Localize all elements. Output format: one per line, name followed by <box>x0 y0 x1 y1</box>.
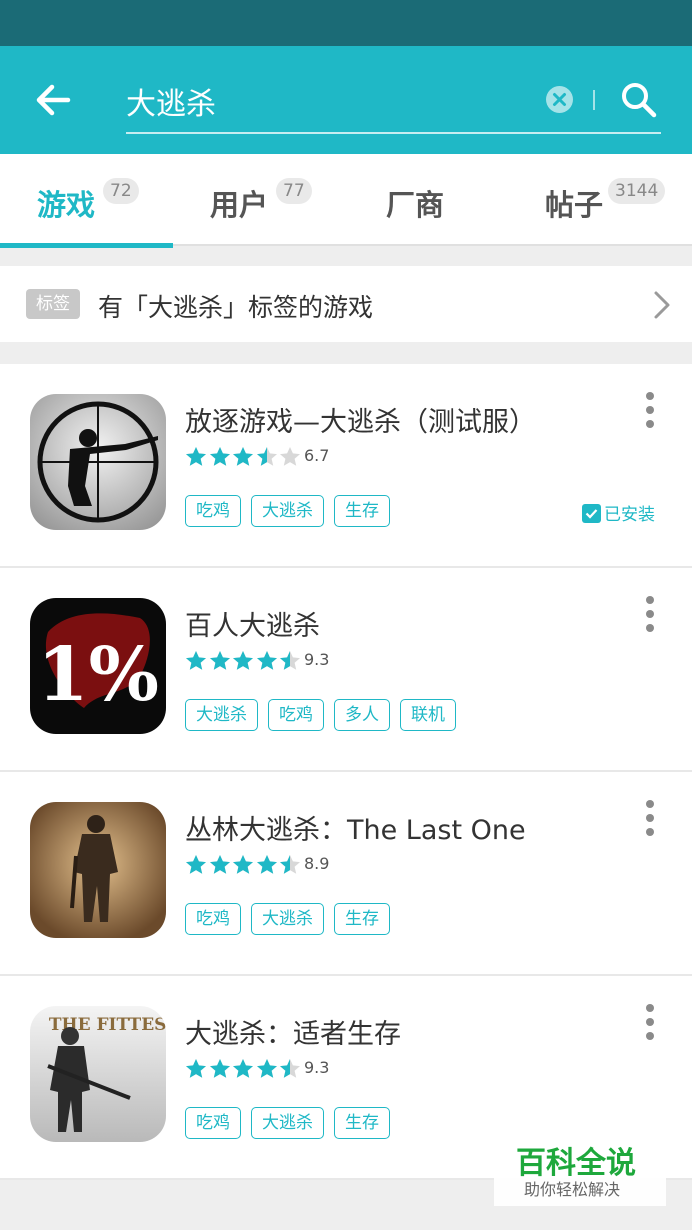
tag-banner-text: 有「大逃杀」标签的游戏 <box>98 293 374 322</box>
game-tag[interactable]: 联机 <box>400 699 456 731</box>
game-tags: 吃鸡 大逃杀 生存 <box>185 1107 400 1139</box>
game-tag[interactable]: 生存 <box>334 903 390 935</box>
tab-label: 帖子 <box>545 188 604 222</box>
star-icon <box>233 855 253 874</box>
star-icon <box>186 1059 206 1078</box>
star-icon <box>280 1059 300 1078</box>
search-divider <box>593 90 595 110</box>
search-app-bar <box>0 46 692 154</box>
rating-value: 6.7 <box>304 446 330 465</box>
status-bar <box>0 0 692 46</box>
game-item[interactable]: 放逐游戏—大逃杀（测试服） 6.7 吃鸡 大逃杀 生存 已安装 <box>0 364 692 568</box>
result-tabs: 游戏 72 用户 77 厂商 帖子 3144 <box>0 154 692 248</box>
more-options-button[interactable] <box>640 594 660 634</box>
game-tags: 大逃杀 吃鸡 多人 联机 <box>185 699 466 731</box>
logo-text: 1% <box>37 632 159 718</box>
rating-value: 9.3 <box>304 1058 330 1077</box>
star-icon <box>233 651 253 670</box>
tag-chip: 标签 <box>26 289 80 319</box>
game-tag[interactable]: 吃鸡 <box>185 495 241 527</box>
game-tag[interactable]: 吃鸡 <box>185 903 241 935</box>
game-tag[interactable]: 吃鸡 <box>185 1107 241 1139</box>
game-tags: 吃鸡 大逃杀 生存 <box>185 495 400 527</box>
tab-count-badge: 3144 <box>608 178 666 204</box>
game-tag[interactable]: 大逃杀 <box>251 1107 324 1139</box>
game-title: 丛林大逃杀：The Last One <box>185 815 526 846</box>
game-tag[interactable]: 多人 <box>334 699 390 731</box>
game-tags: 吃鸡 大逃杀 生存 <box>185 903 400 935</box>
star-icon <box>256 855 277 874</box>
tab-label: 用户 <box>210 188 269 222</box>
tab-label: 游戏 <box>37 188 96 222</box>
game-tag[interactable]: 生存 <box>334 1107 390 1139</box>
game-icon-crosshair-soldier[interactable] <box>30 394 166 530</box>
rating-value: 8.9 <box>304 854 330 873</box>
installed-status: 已安装 <box>582 500 655 525</box>
star-icon <box>280 447 300 466</box>
star-icon <box>209 1059 230 1078</box>
star-icon <box>280 651 300 670</box>
star-icon <box>209 855 230 874</box>
game-title: 大逃杀：适者生存 <box>185 1019 401 1050</box>
more-options-button[interactable] <box>640 798 660 838</box>
tab-count-badge: 77 <box>276 178 312 204</box>
star-icon <box>186 447 206 466</box>
search-button[interactable] <box>619 80 659 120</box>
tab-users[interactable]: 用户 77 <box>173 154 346 246</box>
star-icon <box>256 447 277 466</box>
game-list: 放逐游戏—大逃杀（测试服） 6.7 吃鸡 大逃杀 生存 已安装 1% 百人大逃杀 9… <box>0 364 692 1180</box>
active-tab-indicator <box>0 243 173 248</box>
search-input[interactable] <box>126 74 526 128</box>
game-item[interactable]: 1% 百人大逃杀 9.3 大逃杀 吃鸡 多人 联机 <box>0 568 692 772</box>
star-icon <box>280 855 300 874</box>
game-tag[interactable]: 生存 <box>334 495 390 527</box>
game-title: 放逐游戏—大逃杀（测试服） <box>185 407 536 438</box>
game-tag[interactable]: 大逃杀 <box>185 699 258 731</box>
tab-posts[interactable]: 帖子 3144 <box>519 154 692 246</box>
star-icon <box>186 855 206 874</box>
star-icon <box>233 447 253 466</box>
clear-search-button[interactable] <box>546 86 573 113</box>
tab-games[interactable]: 游戏 72 <box>0 154 173 248</box>
game-item[interactable]: 丛林大逃杀：The Last One 8.9 吃鸡 大逃杀 生存 <box>0 772 692 976</box>
tab-vendors[interactable]: 厂商 <box>346 154 519 246</box>
more-options-button[interactable] <box>640 1002 660 1042</box>
chevron-right-icon <box>654 291 670 319</box>
watermark: 百科全说 助你轻松解决 <box>494 1134 666 1206</box>
installed-label: 已安装 <box>604 505 655 525</box>
star-icon <box>256 1059 277 1078</box>
game-icon-the-fittest[interactable]: THE FITTEST <box>30 1006 166 1142</box>
star-icon <box>209 651 230 670</box>
star-icon <box>233 1059 253 1078</box>
game-icon-jungle-soldier[interactable] <box>30 802 166 938</box>
more-options-button[interactable] <box>640 390 660 430</box>
tab-count-badge: 72 <box>103 178 139 204</box>
game-tag[interactable]: 大逃杀 <box>251 903 324 935</box>
arrow-left-icon <box>36 84 71 116</box>
search-field-wrap <box>126 74 661 134</box>
tag-banner[interactable]: 标签 有「大逃杀」标签的游戏 <box>0 266 692 342</box>
star-icon <box>256 651 277 670</box>
game-title: 百人大逃杀 <box>185 611 320 642</box>
star-icon <box>186 651 206 670</box>
rating-value: 9.3 <box>304 650 330 669</box>
game-icon-one-percent[interactable]: 1% <box>30 598 166 734</box>
game-tag[interactable]: 吃鸡 <box>268 699 324 731</box>
clipboard-check-icon <box>582 504 601 523</box>
tab-label: 厂商 <box>386 188 445 222</box>
star-icon <box>209 447 230 466</box>
clear-circle-icon <box>553 93 566 106</box>
magnifier-icon <box>622 83 657 118</box>
game-tag[interactable]: 大逃杀 <box>251 495 324 527</box>
back-button[interactable] <box>30 76 78 124</box>
watermark-subtitle: 助你轻松解决 <box>524 1180 621 1199</box>
